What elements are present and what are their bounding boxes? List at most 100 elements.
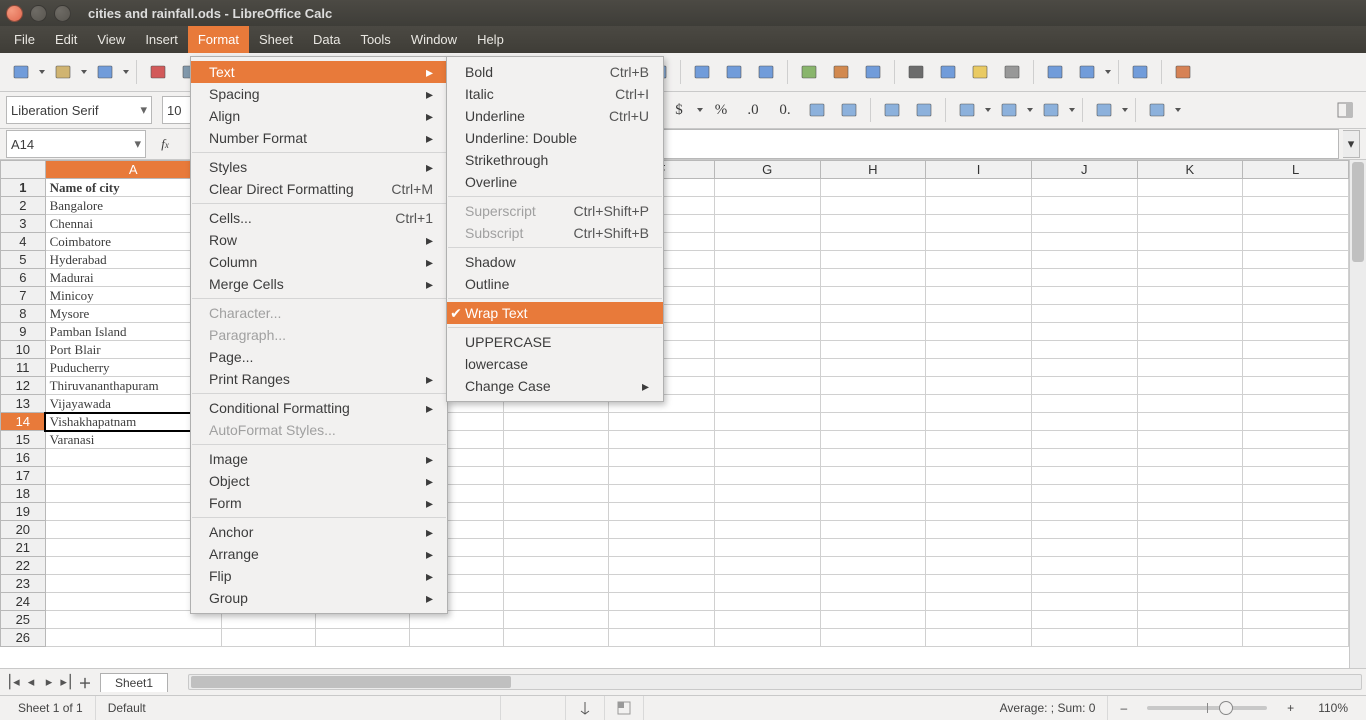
cell[interactable] [820, 251, 926, 269]
menu-data[interactable]: Data [303, 26, 350, 53]
cell[interactable] [1137, 557, 1243, 575]
chevron-down-icon[interactable] [1174, 107, 1182, 113]
row-header[interactable]: 24 [1, 593, 46, 611]
cell[interactable] [503, 557, 609, 575]
cell[interactable] [1137, 179, 1243, 197]
menu-item-anchor[interactable]: Anchor▸ [191, 521, 447, 543]
menu-view[interactable]: View [87, 26, 135, 53]
cell[interactable] [1243, 251, 1349, 269]
sheet-tab[interactable]: Sheet1 [100, 673, 168, 692]
row-header[interactable]: 14 [1, 413, 46, 431]
cell[interactable] [1137, 359, 1243, 377]
cell[interactable] [820, 575, 926, 593]
hyperlink-icon[interactable] [933, 57, 963, 87]
window-maximize-icon[interactable] [54, 5, 71, 22]
cell[interactable] [1031, 395, 1137, 413]
select-all-corner[interactable] [1, 161, 46, 179]
cond-format-icon[interactable] [1142, 95, 1172, 125]
row-header[interactable]: 10 [1, 341, 46, 359]
row-header[interactable]: 13 [1, 395, 46, 413]
cell[interactable] [503, 467, 609, 485]
menu-item-shadow[interactable]: Shadow [447, 251, 663, 273]
cell[interactable] [409, 629, 503, 647]
cell[interactable] [714, 557, 820, 575]
menu-item-text[interactable]: Text▸ [191, 61, 447, 83]
cell[interactable] [714, 197, 820, 215]
cell[interactable] [609, 467, 715, 485]
cell[interactable] [1243, 197, 1349, 215]
cell[interactable] [609, 575, 715, 593]
cell[interactable] [1137, 431, 1243, 449]
cell[interactable] [926, 593, 1032, 611]
cell[interactable] [1243, 539, 1349, 557]
cell[interactable] [1031, 467, 1137, 485]
cell[interactable] [820, 269, 926, 287]
vertical-scrollbar[interactable] [1349, 160, 1366, 668]
new-doc-icon[interactable] [6, 57, 36, 87]
cell[interactable] [820, 431, 926, 449]
cell[interactable] [609, 431, 715, 449]
menu-item-spacing[interactable]: Spacing▸ [191, 83, 447, 105]
menu-edit[interactable]: Edit [45, 26, 87, 53]
cell[interactable] [714, 629, 820, 647]
cell[interactable] [820, 503, 926, 521]
cell[interactable] [820, 467, 926, 485]
menu-file[interactable]: File [4, 26, 45, 53]
menu-item-row[interactable]: Row▸ [191, 229, 447, 251]
row-header[interactable]: 17 [1, 467, 46, 485]
col-header[interactable]: G [714, 161, 820, 179]
chevron-down-icon[interactable] [1121, 107, 1129, 113]
cell[interactable] [820, 611, 926, 629]
cell[interactable] [1243, 305, 1349, 323]
cell[interactable] [503, 521, 609, 539]
split-icon[interactable] [1072, 57, 1102, 87]
zoom-in-icon[interactable]: + [1275, 696, 1306, 720]
cell[interactable] [926, 395, 1032, 413]
cell[interactable] [714, 395, 820, 413]
window-close-icon[interactable] [6, 5, 23, 22]
cell[interactable] [820, 629, 926, 647]
image-icon[interactable] [794, 57, 824, 87]
menu-item-overline[interactable]: Overline [447, 171, 663, 193]
cell[interactable] [609, 539, 715, 557]
cell[interactable] [503, 611, 609, 629]
menu-item-wrap-text[interactable]: ✔Wrap Text [447, 302, 663, 324]
cell[interactable] [1243, 557, 1349, 575]
cell[interactable] [503, 413, 609, 431]
cell[interactable] [926, 323, 1032, 341]
cell[interactable] [714, 521, 820, 539]
font-name-combo[interactable]: Liberation Serif ▾ [6, 96, 152, 124]
cell[interactable] [1243, 413, 1349, 431]
cell[interactable] [926, 539, 1032, 557]
cell[interactable] [1031, 233, 1137, 251]
row-header[interactable]: 16 [1, 449, 46, 467]
cell[interactable] [1243, 449, 1349, 467]
cell[interactable] [714, 593, 820, 611]
cell[interactable] [926, 377, 1032, 395]
cell[interactable] [1243, 215, 1349, 233]
cell[interactable] [820, 377, 926, 395]
cell[interactable] [503, 431, 609, 449]
horizontal-scrollbar[interactable] [188, 674, 1362, 690]
row-header[interactable]: 8 [1, 305, 46, 323]
menu-item-conditional-formatting[interactable]: Conditional Formatting▸ [191, 397, 447, 419]
cell[interactable] [1243, 377, 1349, 395]
status-summary[interactable]: Average: ; Sum: 0 [988, 696, 1109, 720]
row-header[interactable]: 3 [1, 215, 46, 233]
cell[interactable] [820, 323, 926, 341]
cell[interactable] [714, 539, 820, 557]
cell[interactable] [714, 467, 820, 485]
cell[interactable] [926, 575, 1032, 593]
cell[interactable] [1243, 341, 1349, 359]
tab-next-icon[interactable]: ▸ [40, 673, 58, 691]
cell[interactable] [820, 521, 926, 539]
cell[interactable] [1137, 269, 1243, 287]
cell[interactable] [1031, 269, 1137, 287]
row-header[interactable]: 26 [1, 629, 46, 647]
cell[interactable] [1137, 395, 1243, 413]
row-header[interactable]: 9 [1, 323, 46, 341]
cell[interactable] [609, 485, 715, 503]
cell[interactable] [820, 359, 926, 377]
cell[interactable] [1243, 323, 1349, 341]
menu-item-strikethrough[interactable]: Strikethrough [447, 149, 663, 171]
